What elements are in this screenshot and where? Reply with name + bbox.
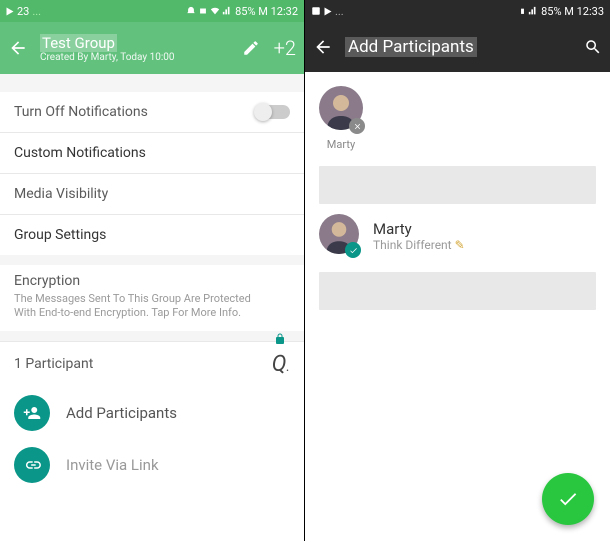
action-label: Add Participants <box>66 404 177 422</box>
close-icon <box>353 122 362 131</box>
add-count[interactable]: +2 <box>274 36 296 60</box>
search-icon[interactable] <box>584 38 602 56</box>
remove-badge[interactable] <box>349 118 365 134</box>
edit-icon[interactable] <box>242 39 260 57</box>
confirm-fab[interactable] <box>542 473 594 525</box>
spacer <box>0 331 304 341</box>
status-right: 85% M 12:33 <box>519 5 604 18</box>
participants-header: 1 Participant Q. <box>0 341 304 387</box>
row-label: Group Settings <box>14 227 106 243</box>
add-participants-row[interactable]: Add Participants <box>0 387 304 439</box>
contact-status: Think Different ✎ <box>373 238 596 252</box>
invite-via-link-row[interactable]: Invite Via Link <box>0 439 304 491</box>
more-indicator: ... <box>32 5 41 18</box>
status-left: 23 ... <box>6 5 41 18</box>
add-header: Add Participants <box>305 22 610 72</box>
selected-avatar[interactable] <box>319 86 363 134</box>
page-title: Add Participants <box>345 37 477 57</box>
link-icon <box>14 447 50 483</box>
encryption-row[interactable]: Encryption The Messages Sent To This Gro… <box>0 265 304 331</box>
battery-icon <box>519 5 526 17</box>
selected-name: Marty <box>319 138 363 151</box>
media-visibility-row[interactable]: Media Visibility <box>0 174 304 215</box>
contact-avatar <box>319 214 359 258</box>
back-arrow-icon[interactable] <box>313 37 333 57</box>
row-label: Turn Off Notifications <box>14 104 148 120</box>
back-arrow-icon[interactable] <box>8 38 28 58</box>
contact-row[interactable]: Marty Think Different ✎ <box>305 204 610 268</box>
status-icons <box>519 5 538 17</box>
list-placeholder <box>319 272 596 310</box>
signal-icon <box>528 6 538 16</box>
spacer <box>0 255 304 265</box>
status-bar: ... 85% M 12:33 <box>305 0 610 22</box>
group-settings-row[interactable]: Group Settings <box>0 215 304 255</box>
row-label: Media Visibility <box>14 186 108 202</box>
notif-count: 23 <box>17 5 29 18</box>
status-left: ... <box>311 5 344 18</box>
signal-icon <box>222 6 232 16</box>
header-title-block: Test Group Created By Marty, Today 10:00 <box>40 33 242 63</box>
action-label: Invite Via Link <box>66 456 159 474</box>
group-info-screen: 23 ... 85% M 12:32 Test Group Created By… <box>0 0 305 541</box>
row-label: Custom Notifications <box>14 145 146 161</box>
search-participants-icon[interactable]: Q. <box>272 352 290 377</box>
search-bar-placeholder[interactable] <box>319 166 596 204</box>
add-participants-screen: ... 85% M 12:33 Add Participants Marty <box>305 0 610 541</box>
contact-name: Marty <box>373 220 596 238</box>
status-icons <box>186 6 232 16</box>
add-participants-icon <box>14 395 50 431</box>
battery-text: 85% M 12:33 <box>541 5 604 18</box>
turn-off-notifications-row[interactable]: Turn Off Notifications <box>0 92 304 133</box>
status-bar: 23 ... 85% M 12:32 <box>0 0 304 22</box>
header-title-block: Add Participants <box>345 37 584 57</box>
custom-notifications-row[interactable]: Custom Notifications <box>0 133 304 174</box>
contact-info: Marty Think Different ✎ <box>373 220 596 252</box>
group-title: Test Group <box>40 34 117 52</box>
lock-icon <box>274 331 286 347</box>
encryption-title: Encryption <box>14 273 290 289</box>
play-indicator-icon <box>325 7 332 15</box>
check-icon <box>349 246 358 255</box>
selected-check-badge <box>345 242 361 258</box>
image-icon <box>311 6 321 16</box>
group-subtitle: Created By Marty, Today 10:00 <box>40 52 242 63</box>
group-header: Test Group Created By Marty, Today 10:00… <box>0 22 304 74</box>
status-right: 85% M 12:32 <box>186 5 298 18</box>
header-actions: +2 <box>242 36 296 60</box>
encryption-desc: The Messages Sent To This Group Are Prot… <box>14 292 290 321</box>
notification-switch[interactable] <box>256 105 290 119</box>
wifi-icon <box>210 6 220 16</box>
mute-icon <box>186 6 196 16</box>
participant-count: 1 Participant <box>14 356 93 372</box>
spacer <box>0 74 304 92</box>
vibrate-icon <box>198 6 208 16</box>
more-indicator: ... <box>335 5 344 18</box>
settings-content: Turn Off Notifications Custom Notificati… <box>0 74 304 491</box>
play-indicator-icon <box>7 7 14 15</box>
battery-text: 85% M 12:32 <box>235 5 298 18</box>
selected-participants: Marty <box>305 72 610 160</box>
check-icon <box>557 488 579 510</box>
